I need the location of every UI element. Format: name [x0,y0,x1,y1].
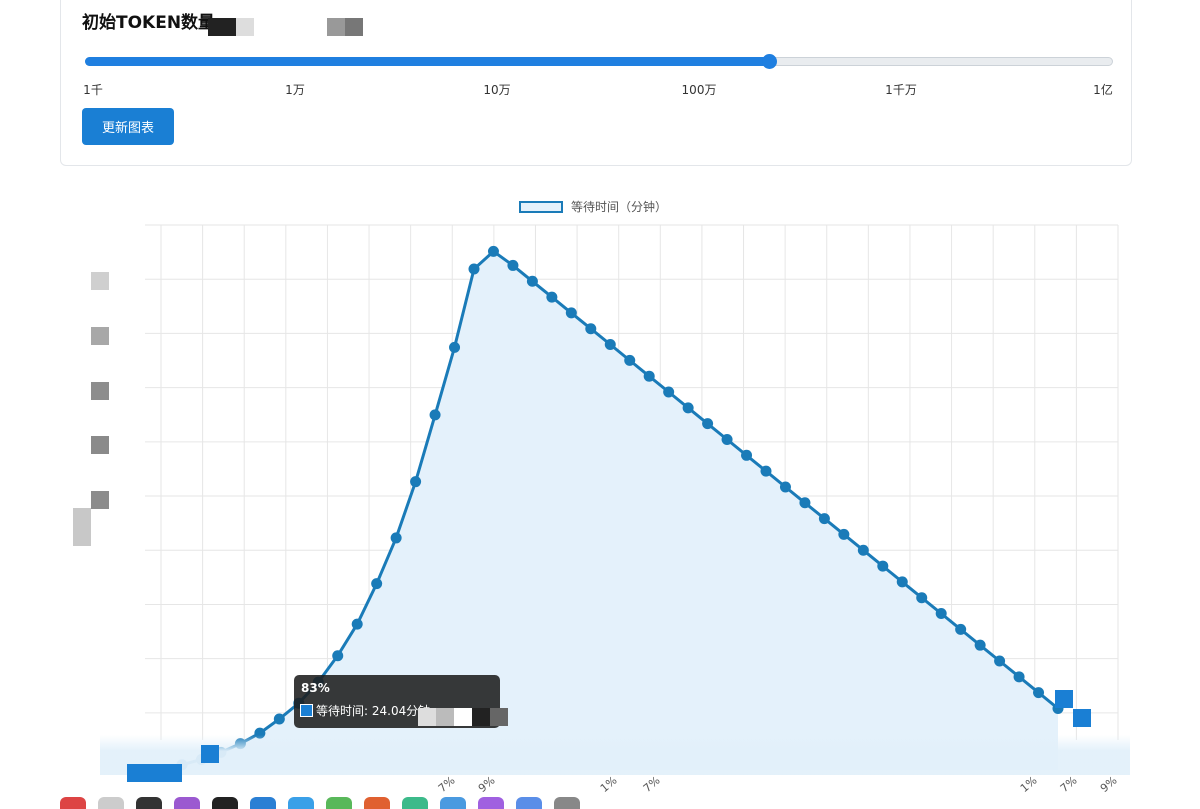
data-point [507,259,519,271]
dock-app-icon[interactable] [402,797,428,809]
dock-app-icon[interactable] [250,797,276,809]
data-point [741,449,753,461]
data-point [702,418,714,430]
y-tick-label [91,382,109,400]
data-point [818,513,830,525]
data-point [410,476,422,488]
data-point [332,650,344,662]
data-point [1033,687,1045,699]
data-point [955,623,967,635]
data-point [390,532,402,544]
blurred-region [100,735,1130,775]
data-point [1013,671,1025,683]
data-point [779,481,791,493]
data-point [799,497,811,509]
redacted-block [418,708,436,726]
data-point [429,409,441,421]
y-tick-label [91,272,109,290]
data-point [487,245,499,257]
legend-marker [1073,709,1091,727]
dock-app-icon[interactable] [60,797,86,809]
data-point [526,275,538,287]
data-point [585,323,597,335]
y-tick-label [91,327,109,345]
dock-app-icon[interactable] [288,797,314,809]
data-point [449,341,461,353]
data-point [682,402,694,414]
data-point [994,655,1006,667]
tooltip-title: 83% [301,681,330,695]
dock-app-icon[interactable] [212,797,238,809]
dock-app-icon[interactable] [516,797,542,809]
dock-app-icon[interactable] [364,797,390,809]
data-point [468,263,480,275]
data-point [643,370,655,382]
legend-marker [127,764,182,782]
dock-app-icon[interactable] [136,797,162,809]
data-point [721,433,733,445]
redacted-block [490,708,508,726]
data-point [877,560,889,572]
data-point [760,465,772,477]
dock-app-icon[interactable] [440,797,466,809]
data-point [546,291,558,303]
data-point [371,578,383,590]
dock-app-icon[interactable] [326,797,352,809]
data-point [624,354,636,366]
tooltip-label: 等待时间: 24.04分钟 [316,704,431,718]
dock-app-icon[interactable] [554,797,580,809]
data-point [935,608,947,620]
redacted-block [472,708,490,726]
y-tick-label [73,508,91,546]
data-point [351,618,363,630]
legend-marker [1055,690,1073,708]
data-point [273,713,285,725]
data-point [604,339,616,351]
data-point [974,639,986,651]
data-point [857,544,869,556]
data-point [916,592,928,604]
data-point [896,576,908,588]
redacted-block [454,708,472,726]
dock-app-icon[interactable] [478,797,504,809]
dock-app-icon[interactable] [98,797,124,809]
taskbar-dock [60,797,1190,809]
legend-marker [201,745,219,763]
data-point [838,528,850,540]
data-point [663,386,675,398]
redacted-block [436,708,454,726]
dock-app-icon[interactable] [174,797,200,809]
wait-time-line-chart [145,224,1119,771]
tooltip-swatch [300,704,313,717]
y-tick-label [91,491,109,509]
data-point [565,307,577,319]
y-tick-label [91,436,109,454]
